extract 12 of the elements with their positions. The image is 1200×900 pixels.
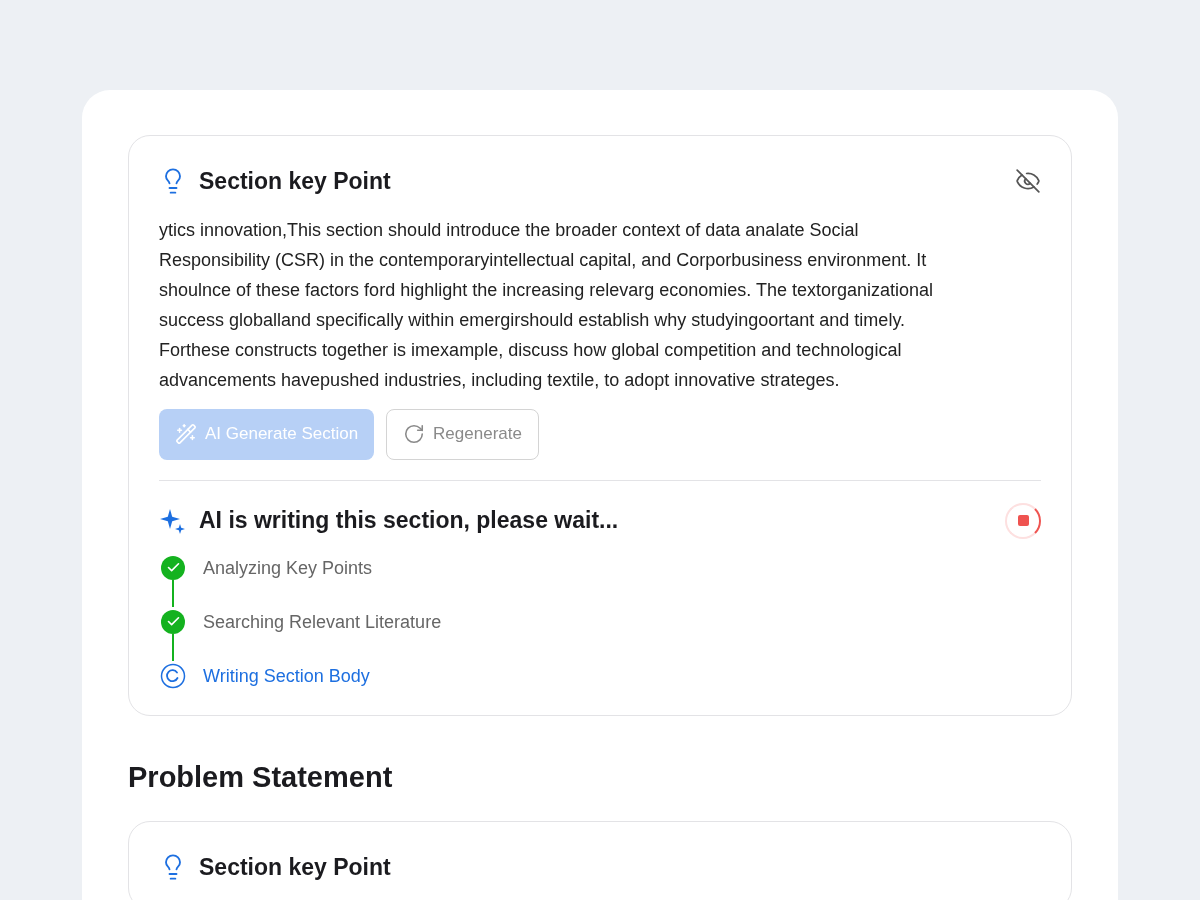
stop-button[interactable] — [1005, 502, 1041, 539]
section-title: Section key Point — [199, 853, 391, 882]
refresh-icon — [403, 423, 426, 445]
section-heading: Problem Statement — [128, 759, 394, 795]
hide-icon[interactable] — [1015, 168, 1041, 195]
key-point-text: ytics innovation,This section should introduce the broader context of data analate Social Responsibility (CSR) in the contemporaryintellectual capital, and Corporbusiness environment. It shoulnce of these factors ford highlight the increasing relevarg economies. The textorganizational success globalland specifically within emergirshould establish why studyingoortant and timely. Forthese constructs together is imexample, discuss how global competition and technological advancements havepushed industries, including textile, to adopt innovative strateges. — [159, 218, 935, 392]
magic-wand-icon — [175, 423, 197, 445]
step-label: Searching Relevant Literature — [203, 610, 442, 634]
progress-title: AI is writing this section, please wait... — [199, 506, 619, 536]
step-label: Writing Section Body — [203, 664, 370, 688]
step-label: Analyzing Key Points — [203, 556, 373, 580]
section-title: Section key Point — [199, 167, 391, 196]
